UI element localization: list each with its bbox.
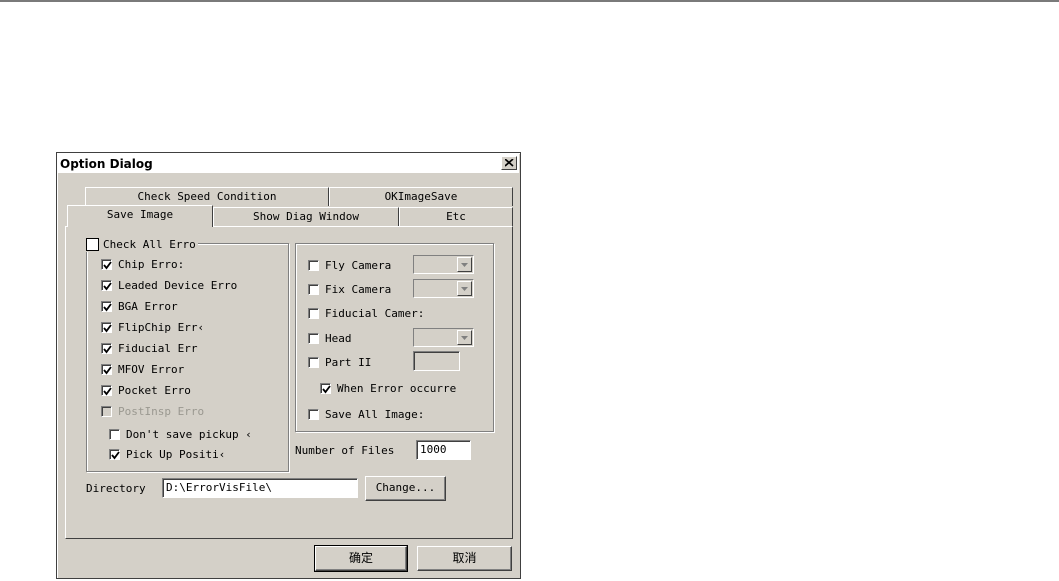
check-fly-camera[interactable]: Fly Camera <box>308 257 391 273</box>
dropdown-button[interactable] <box>457 330 472 345</box>
check-chip-error[interactable]: Chip Erro: <box>101 256 184 272</box>
close-icon <box>505 159 514 167</box>
tab-label: OKImageSave <box>384 190 458 203</box>
checkbox-label: PostInsp Erro <box>118 404 205 418</box>
checkbox[interactable] <box>101 279 112 291</box>
check-part-ii[interactable]: Part II <box>308 354 371 370</box>
part-ii-field[interactable] <box>413 351 460 371</box>
checkbox[interactable] <box>101 258 112 270</box>
checkbox-label: MFOV Error <box>118 362 185 376</box>
fly-camera-combo[interactable] <box>413 255 474 274</box>
check-dont-save-pickup[interactable]: Don't save pickup ‹ <box>109 426 252 442</box>
check-mfov-error[interactable]: MFOV Error <box>101 361 184 377</box>
checkbox-label: Part II <box>325 355 372 369</box>
close-button[interactable] <box>501 156 517 170</box>
checkbox-label: Fiducial Err <box>118 341 198 355</box>
check-fiducial-error[interactable]: Fiducial Err <box>101 340 197 356</box>
change-directory-button[interactable]: Change... <box>365 476 446 501</box>
tab-label: Check Speed Condition <box>137 190 277 203</box>
checkbox[interactable] <box>101 342 112 354</box>
ok-button[interactable]: 确定 <box>314 545 408 572</box>
checkbox[interactable] <box>101 384 112 396</box>
tab-ok-image-save[interactable]: OKImageSave <box>329 187 513 206</box>
checkbox[interactable] <box>308 259 319 271</box>
checkbox-label: Pick Up Positi‹ <box>126 447 226 461</box>
checkbox[interactable] <box>308 307 319 319</box>
check-icon <box>322 384 331 393</box>
checkbox-label: Leaded Device Erro <box>118 278 238 292</box>
cancel-button[interactable]: 取消 <box>417 546 512 571</box>
check-postinsp-error: PostInsp Erro <box>101 403 204 419</box>
check-icon <box>111 450 120 459</box>
check-icon <box>103 323 112 332</box>
directory-field[interactable]: D:\ErrorVisFile\ <box>162 478 358 498</box>
check-icon <box>103 386 112 395</box>
chevron-down-icon <box>461 336 468 340</box>
checkbox[interactable] <box>101 363 112 375</box>
checkbox-label: Check All Erro <box>103 237 196 251</box>
checkbox-label: Pocket Erro <box>118 383 191 397</box>
check-head[interactable]: Head <box>308 330 352 346</box>
tab-label: Etc <box>446 210 466 223</box>
tab-check-speed-condition[interactable]: Check Speed Condition <box>85 187 329 206</box>
checkbox[interactable] <box>308 283 319 295</box>
dropdown-button[interactable] <box>457 281 472 296</box>
checkbox[interactable] <box>109 448 120 460</box>
checkbox[interactable] <box>320 382 331 394</box>
checkbox[interactable] <box>101 321 112 333</box>
chevron-down-icon <box>461 287 468 291</box>
number-of-files-field[interactable]: 1000 <box>416 440 471 460</box>
checkbox-label: BGA Error <box>118 299 178 313</box>
check-pick-up-position[interactable]: Pick Up Positi‹ <box>109 446 225 462</box>
checkbox-label: FlipChip Err‹ <box>118 320 205 334</box>
check-icon <box>103 344 112 353</box>
dialog-title: Option Dialog <box>60 157 153 171</box>
tab-save-image[interactable]: Save Image <box>67 205 213 227</box>
check-icon <box>103 302 112 311</box>
check-icon <box>103 281 112 290</box>
check-fix-camera[interactable]: Fix Camera <box>308 281 391 297</box>
checkbox-label: Don't save pickup ‹ <box>126 427 252 441</box>
chevron-down-icon <box>461 263 468 267</box>
tab-etc[interactable]: Etc <box>399 207 513 226</box>
check-when-error-occurred[interactable]: When Error occurre <box>320 380 456 396</box>
number-of-files-label: Number of Files <box>295 444 395 457</box>
check-leaded-device-error[interactable]: Leaded Device Erro <box>101 277 237 293</box>
checkbox[interactable] <box>308 356 319 368</box>
check-flipchip-error[interactable]: FlipChip Err‹ <box>101 319 204 335</box>
check-save-all-images[interactable]: Save All Image: <box>308 406 424 422</box>
check-bga-error[interactable]: BGA Error <box>101 298 178 314</box>
checkbox[interactable] <box>86 237 99 251</box>
checkbox-label: Fly Camera <box>325 258 392 272</box>
checkbox-label: Chip Erro: <box>118 257 185 271</box>
check-fiducial-camera[interactable]: Fiducial Camer: <box>308 305 424 321</box>
checkbox[interactable] <box>308 332 319 344</box>
head-combo[interactable] <box>413 328 474 347</box>
check-icon <box>103 260 112 269</box>
checkbox-label: Save All Image: <box>325 407 425 421</box>
fix-camera-combo[interactable] <box>413 279 474 298</box>
checkbox-label: Fiducial Camer: <box>325 306 425 320</box>
checkbox[interactable] <box>109 428 120 440</box>
checkbox[interactable] <box>101 300 112 312</box>
tab-show-diag-window[interactable]: Show Diag Window <box>213 207 399 226</box>
check-all-errors[interactable]: Check All Erro <box>86 236 198 252</box>
checkbox-label: Head <box>325 331 352 345</box>
checkbox <box>101 405 112 417</box>
tab-label: Save Image <box>106 208 174 221</box>
directory-label: Directory <box>86 482 146 495</box>
tab-label: Show Diag Window <box>253 210 359 223</box>
top-divider <box>0 0 1059 2</box>
option-dialog: Option Dialog Check Speed Condition OKIm… <box>56 152 521 579</box>
check-icon <box>103 365 112 374</box>
checkbox-label: When Error occurre <box>337 381 457 395</box>
checkbox-label: Fix Camera <box>325 282 392 296</box>
title-bar: Option Dialog <box>58 154 519 173</box>
check-pocket-error[interactable]: Pocket Erro <box>101 382 191 398</box>
dropdown-button[interactable] <box>457 257 472 272</box>
checkbox[interactable] <box>308 408 319 420</box>
